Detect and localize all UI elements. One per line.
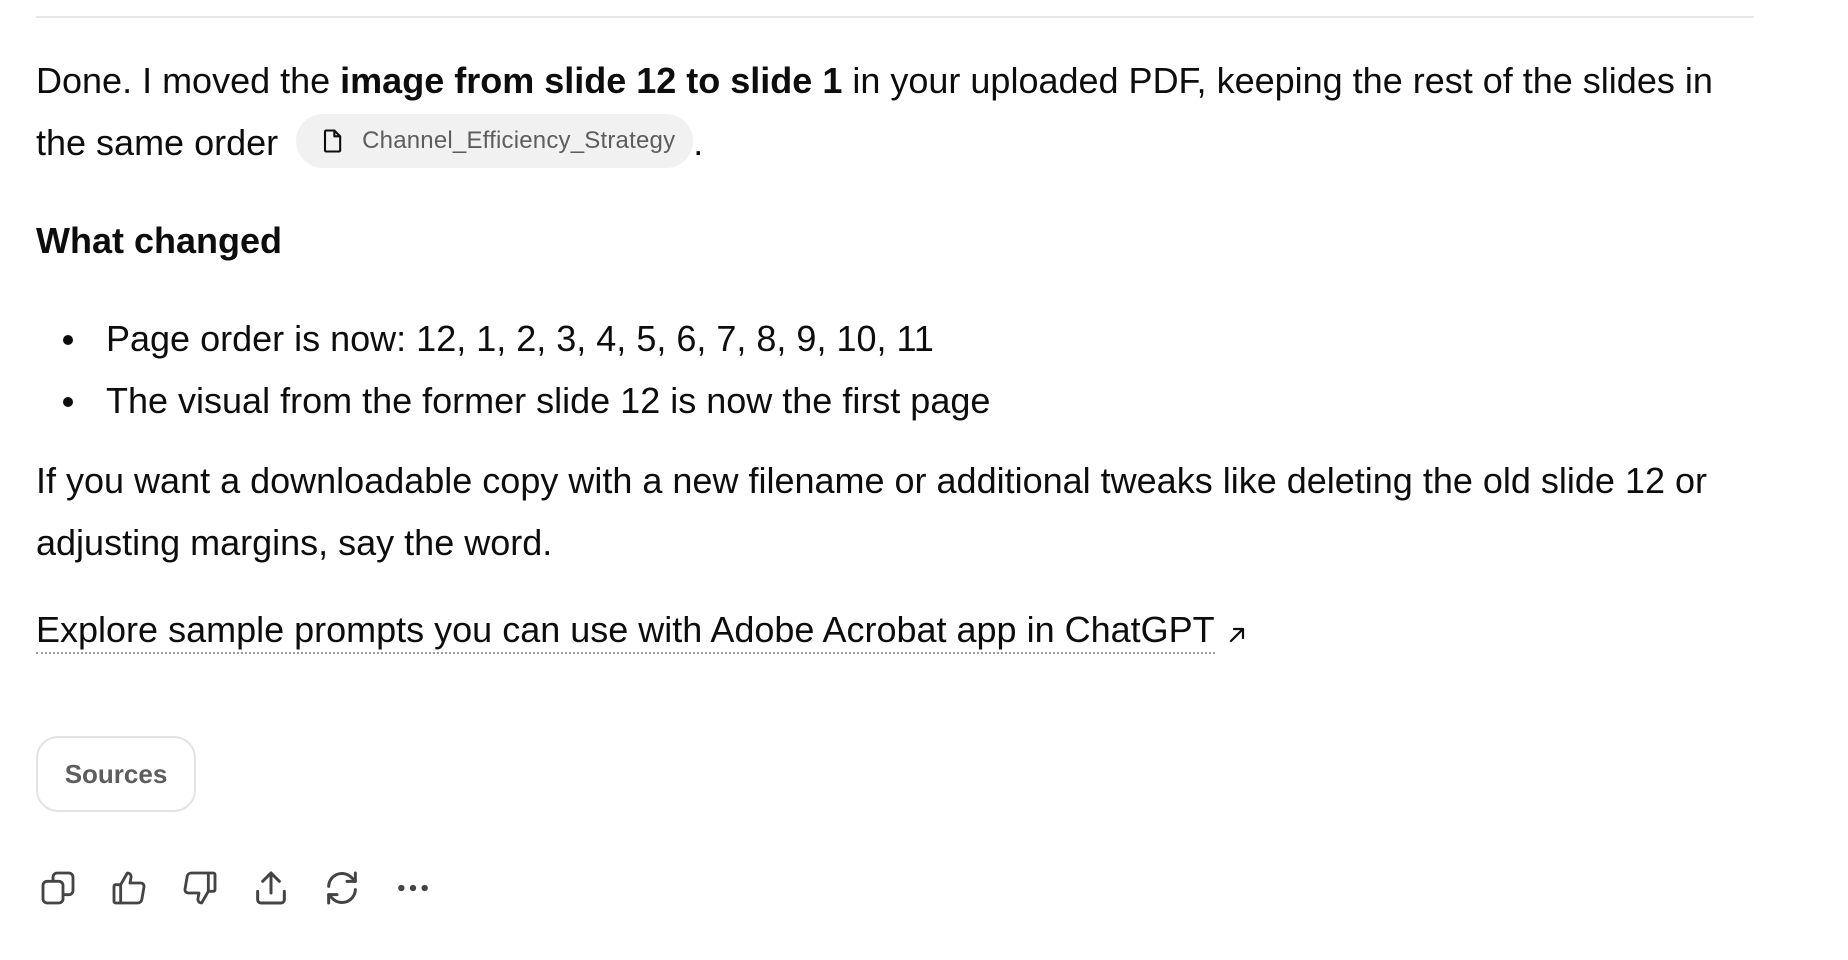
more-icon: [398, 884, 428, 892]
divider: [36, 16, 1754, 18]
file-chip-label: Channel_Efficiency_Strategy: [362, 127, 676, 155]
regenerate-icon: [327, 871, 357, 905]
copy-icon: [41, 871, 75, 905]
thumbs-down-icon: [183, 871, 217, 905]
list-item-text: Page order is now: 12, 1, 2, 3, 4, 5, 6,…: [106, 318, 934, 359]
message-actions: [36, 866, 462, 910]
intro-paragraph: Done. I moved the image from slide 12 to…: [36, 50, 1754, 174]
sources-button[interactable]: Sources: [36, 736, 196, 812]
more-button[interactable]: [391, 866, 435, 910]
explore-prompts-link[interactable]: Explore sample prompts you can use with …: [36, 608, 1215, 654]
thumbs-down-button[interactable]: [178, 866, 222, 910]
intro-end: .: [693, 122, 704, 163]
share-icon: [256, 871, 286, 905]
thumbs-up-button[interactable]: [107, 866, 151, 910]
intro-bold: image from slide 12 to slide 1: [340, 60, 843, 101]
bullet-dot: [63, 397, 73, 407]
section-heading: What changed: [36, 220, 283, 261]
copy-button[interactable]: [36, 866, 80, 910]
share-button[interactable]: [249, 866, 293, 910]
bullet-dot: [63, 335, 73, 345]
regenerate-button[interactable]: [320, 866, 364, 910]
external-arrow-icon: [1229, 627, 1244, 643]
list-item: Page order is now: 12, 1, 2, 3, 4, 5, 6,…: [36, 308, 1754, 370]
thumbs-up-icon: [112, 871, 146, 905]
followup-paragraph: If you want a downloadable copy with a n…: [36, 460, 1708, 563]
intro-prefix: Done. I moved the: [36, 60, 341, 101]
file-chip[interactable]: Channel_Efficiency_Strategy: [296, 114, 694, 169]
file-icon: [324, 129, 342, 154]
change-list: Page order is now: 12, 1, 2, 3, 4, 5, 6,…: [36, 308, 1754, 432]
assistant-message: Done. I moved the image from slide 12 to…: [36, 50, 1754, 661]
list-item-text: The visual from the former slide 12 is n…: [106, 380, 991, 421]
explore-row: Explore sample prompts you can use with …: [36, 608, 1249, 654]
list-item: The visual from the former slide 12 is n…: [36, 370, 1754, 432]
